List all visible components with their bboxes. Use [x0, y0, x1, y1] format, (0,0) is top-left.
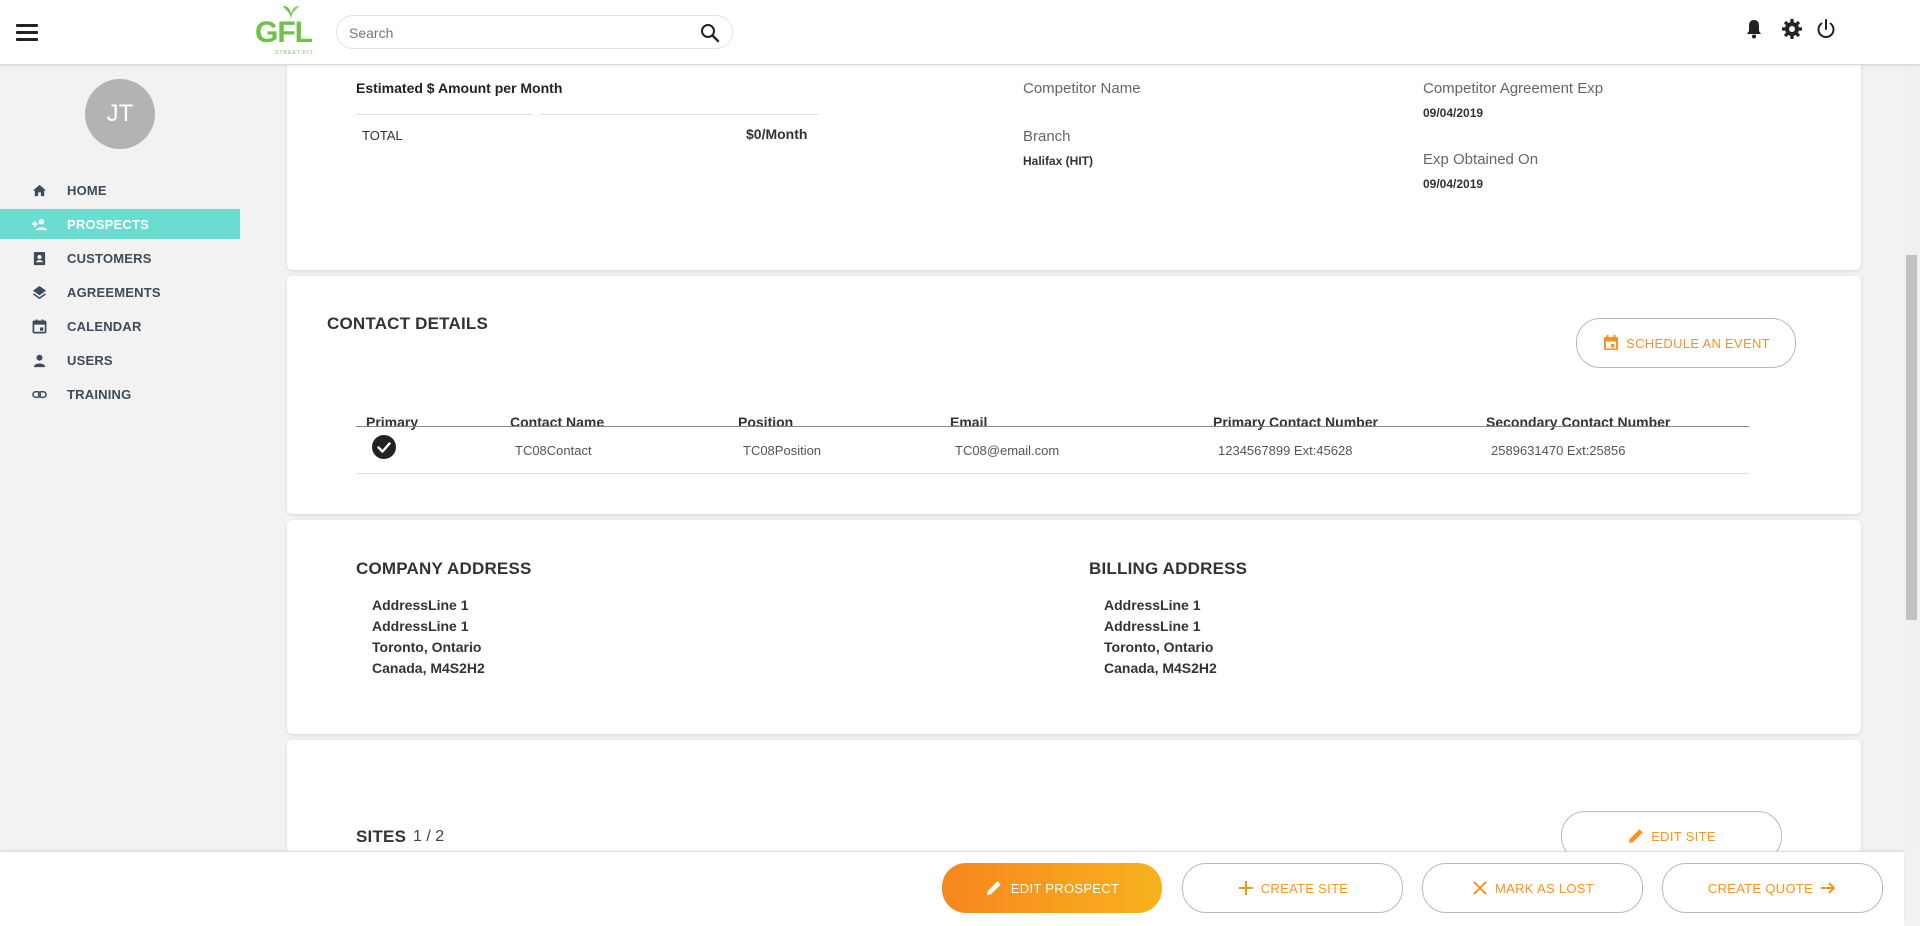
- top-bar: GFL STREET FIT: [0, 0, 1920, 65]
- sidebar-item-customers[interactable]: CUSTOMERS: [0, 243, 240, 273]
- check-circle-icon: [372, 435, 396, 459]
- secondary-number-cell: 2589631470 Ext:25856: [1491, 443, 1626, 458]
- branch-value: Halifax (HIT): [1023, 154, 1094, 168]
- create-site-label: CREATE SITE: [1260, 880, 1349, 896]
- add-person-icon: [32, 218, 47, 231]
- search-icon[interactable]: [698, 21, 722, 45]
- arrow-right-icon: [1821, 882, 1836, 894]
- position-cell: TC08Position: [743, 443, 822, 458]
- search-box: [336, 15, 733, 49]
- gear-icon[interactable]: [1780, 17, 1804, 41]
- divider: [541, 114, 818, 115]
- sidebar-item-calendar[interactable]: CALENDAR: [0, 311, 240, 341]
- company-address-title: COMPANY ADDRESS: [356, 559, 532, 578]
- logo-subtext: STREET FIT: [275, 50, 314, 56]
- sidebar-item-label: HOME: [67, 183, 107, 198]
- layers-icon: [32, 285, 47, 300]
- bell-icon[interactable]: [1742, 17, 1766, 41]
- create-site-button[interactable]: CREATE SITE: [1182, 863, 1403, 913]
- table-header-divider: [356, 426, 1749, 427]
- exp-obtained-label: Exp Obtained On: [1423, 151, 1539, 168]
- search-input[interactable]: [347, 22, 681, 44]
- total-label: TOTAL: [362, 128, 403, 143]
- close-icon: [1473, 881, 1487, 895]
- logo-text: GFL: [255, 16, 313, 49]
- sidebar-item-label: PROSPECTS: [67, 217, 149, 232]
- col-header-contact-name: Contact Name: [510, 414, 605, 430]
- total-value: $0/Month: [746, 126, 808, 142]
- company-address-line: AddressLine 1: [372, 597, 469, 613]
- address-card: [287, 520, 1861, 734]
- billing-address-line: Canada, M4S2H2: [1104, 660, 1217, 676]
- contact-details-card: [287, 276, 1861, 514]
- billing-address-line: Toronto, Ontario: [1104, 639, 1214, 655]
- exp-obtained-value: 09/04/2019: [1423, 177, 1484, 191]
- edit-site-label: EDIT SITE: [1651, 828, 1716, 844]
- billing-address-line: AddressLine 1: [1104, 618, 1201, 634]
- avatar[interactable]: JT: [85, 79, 155, 149]
- competitor-name-label: Competitor Name: [1023, 80, 1141, 97]
- sidebar-item-label: USERS: [67, 353, 113, 368]
- col-header-primary-number: Primary Contact Number: [1213, 414, 1378, 430]
- contact-card-icon: [33, 251, 46, 266]
- col-header-primary: Primary: [366, 414, 419, 430]
- contact-details-title: CONTACT DETAILS: [327, 314, 489, 333]
- home-icon: [32, 184, 47, 197]
- sidebar: JT HOME PROSPECTS CUSTOMERS AGREEMENTS C…: [0, 65, 240, 925]
- company-address-line: AddressLine 1: [372, 618, 469, 634]
- billing-address-line: AddressLine 1: [1104, 597, 1201, 613]
- plus-icon: [1238, 881, 1253, 895]
- sidebar-item-agreements[interactable]: AGREEMENTS: [0, 277, 240, 307]
- sidebar-item-training[interactable]: TRAINING: [0, 379, 240, 409]
- contact-name-cell: TC08Contact: [515, 443, 592, 458]
- company-address-line: Canada, M4S2H2: [372, 660, 485, 676]
- bottom-action-bar: EDIT PROSPECT CREATE SITE MARK AS LOST C…: [0, 851, 1904, 926]
- divider: [356, 114, 533, 115]
- edit-prospect-button[interactable]: EDIT PROSPECT: [942, 863, 1162, 913]
- menu-icon[interactable]: [16, 24, 38, 42]
- sites-count: 1 / 2: [413, 828, 445, 845]
- pencil-icon: [1629, 829, 1643, 843]
- branch-label: Branch: [1023, 128, 1071, 145]
- create-quote-label: CREATE QUOTE: [1707, 880, 1814, 896]
- agreement-exp-value: 09/04/2019: [1423, 106, 1484, 120]
- mark-as-lost-button[interactable]: MARK AS LOST: [1422, 863, 1643, 913]
- schedule-event-button[interactable]: SCHEDULE AN EVENT: [1576, 318, 1796, 368]
- schedule-event-label: SCHEDULE AN EVENT: [1626, 335, 1770, 351]
- col-header-secondary-number: Secondary Contact Number: [1486, 414, 1671, 430]
- col-header-email: Email: [950, 414, 988, 430]
- person-icon: [33, 354, 46, 368]
- agreement-exp-label: Competitor Agreement Exp: [1423, 80, 1604, 97]
- scrollbar-thumb[interactable]: [1906, 255, 1917, 620]
- email-cell[interactable]: TC08@email.com: [955, 443, 1059, 458]
- table-row-divider: [356, 473, 1749, 474]
- calendar-icon: [32, 319, 47, 334]
- sidebar-item-users[interactable]: USERS: [0, 345, 240, 375]
- power-icon[interactable]: [1814, 17, 1838, 41]
- sidebar-item-prospects[interactable]: PROSPECTS: [0, 209, 240, 239]
- edit-prospect-label: EDIT PROSPECT: [1010, 880, 1120, 896]
- sidebar-item-label: CUSTOMERS: [67, 251, 152, 266]
- create-quote-button[interactable]: CREATE QUOTE: [1662, 863, 1883, 913]
- billing-address-title: BILLING ADDRESS: [1089, 559, 1248, 578]
- primary-number-cell: 1234567899 Ext:45628: [1218, 443, 1353, 458]
- col-header-position: Position: [738, 414, 794, 430]
- sidebar-item-label: AGREEMENTS: [67, 285, 161, 300]
- estimate-title: Estimated $ Amount per Month: [356, 80, 563, 96]
- sidebar-item-label: TRAINING: [67, 387, 132, 402]
- pencil-icon: [986, 881, 1001, 895]
- sidebar-item-home[interactable]: HOME: [0, 175, 240, 205]
- link-icon: [32, 390, 47, 399]
- mark-as-lost-label: MARK AS LOST: [1495, 880, 1594, 896]
- sites-title: SITES: [356, 827, 407, 846]
- sidebar-item-label: CALENDAR: [67, 319, 142, 334]
- gfl-logo[interactable]: GFL STREET FIT: [255, 4, 331, 56]
- calendar-icon: [1604, 335, 1619, 350]
- company-address-line: Toronto, Ontario: [372, 639, 482, 655]
